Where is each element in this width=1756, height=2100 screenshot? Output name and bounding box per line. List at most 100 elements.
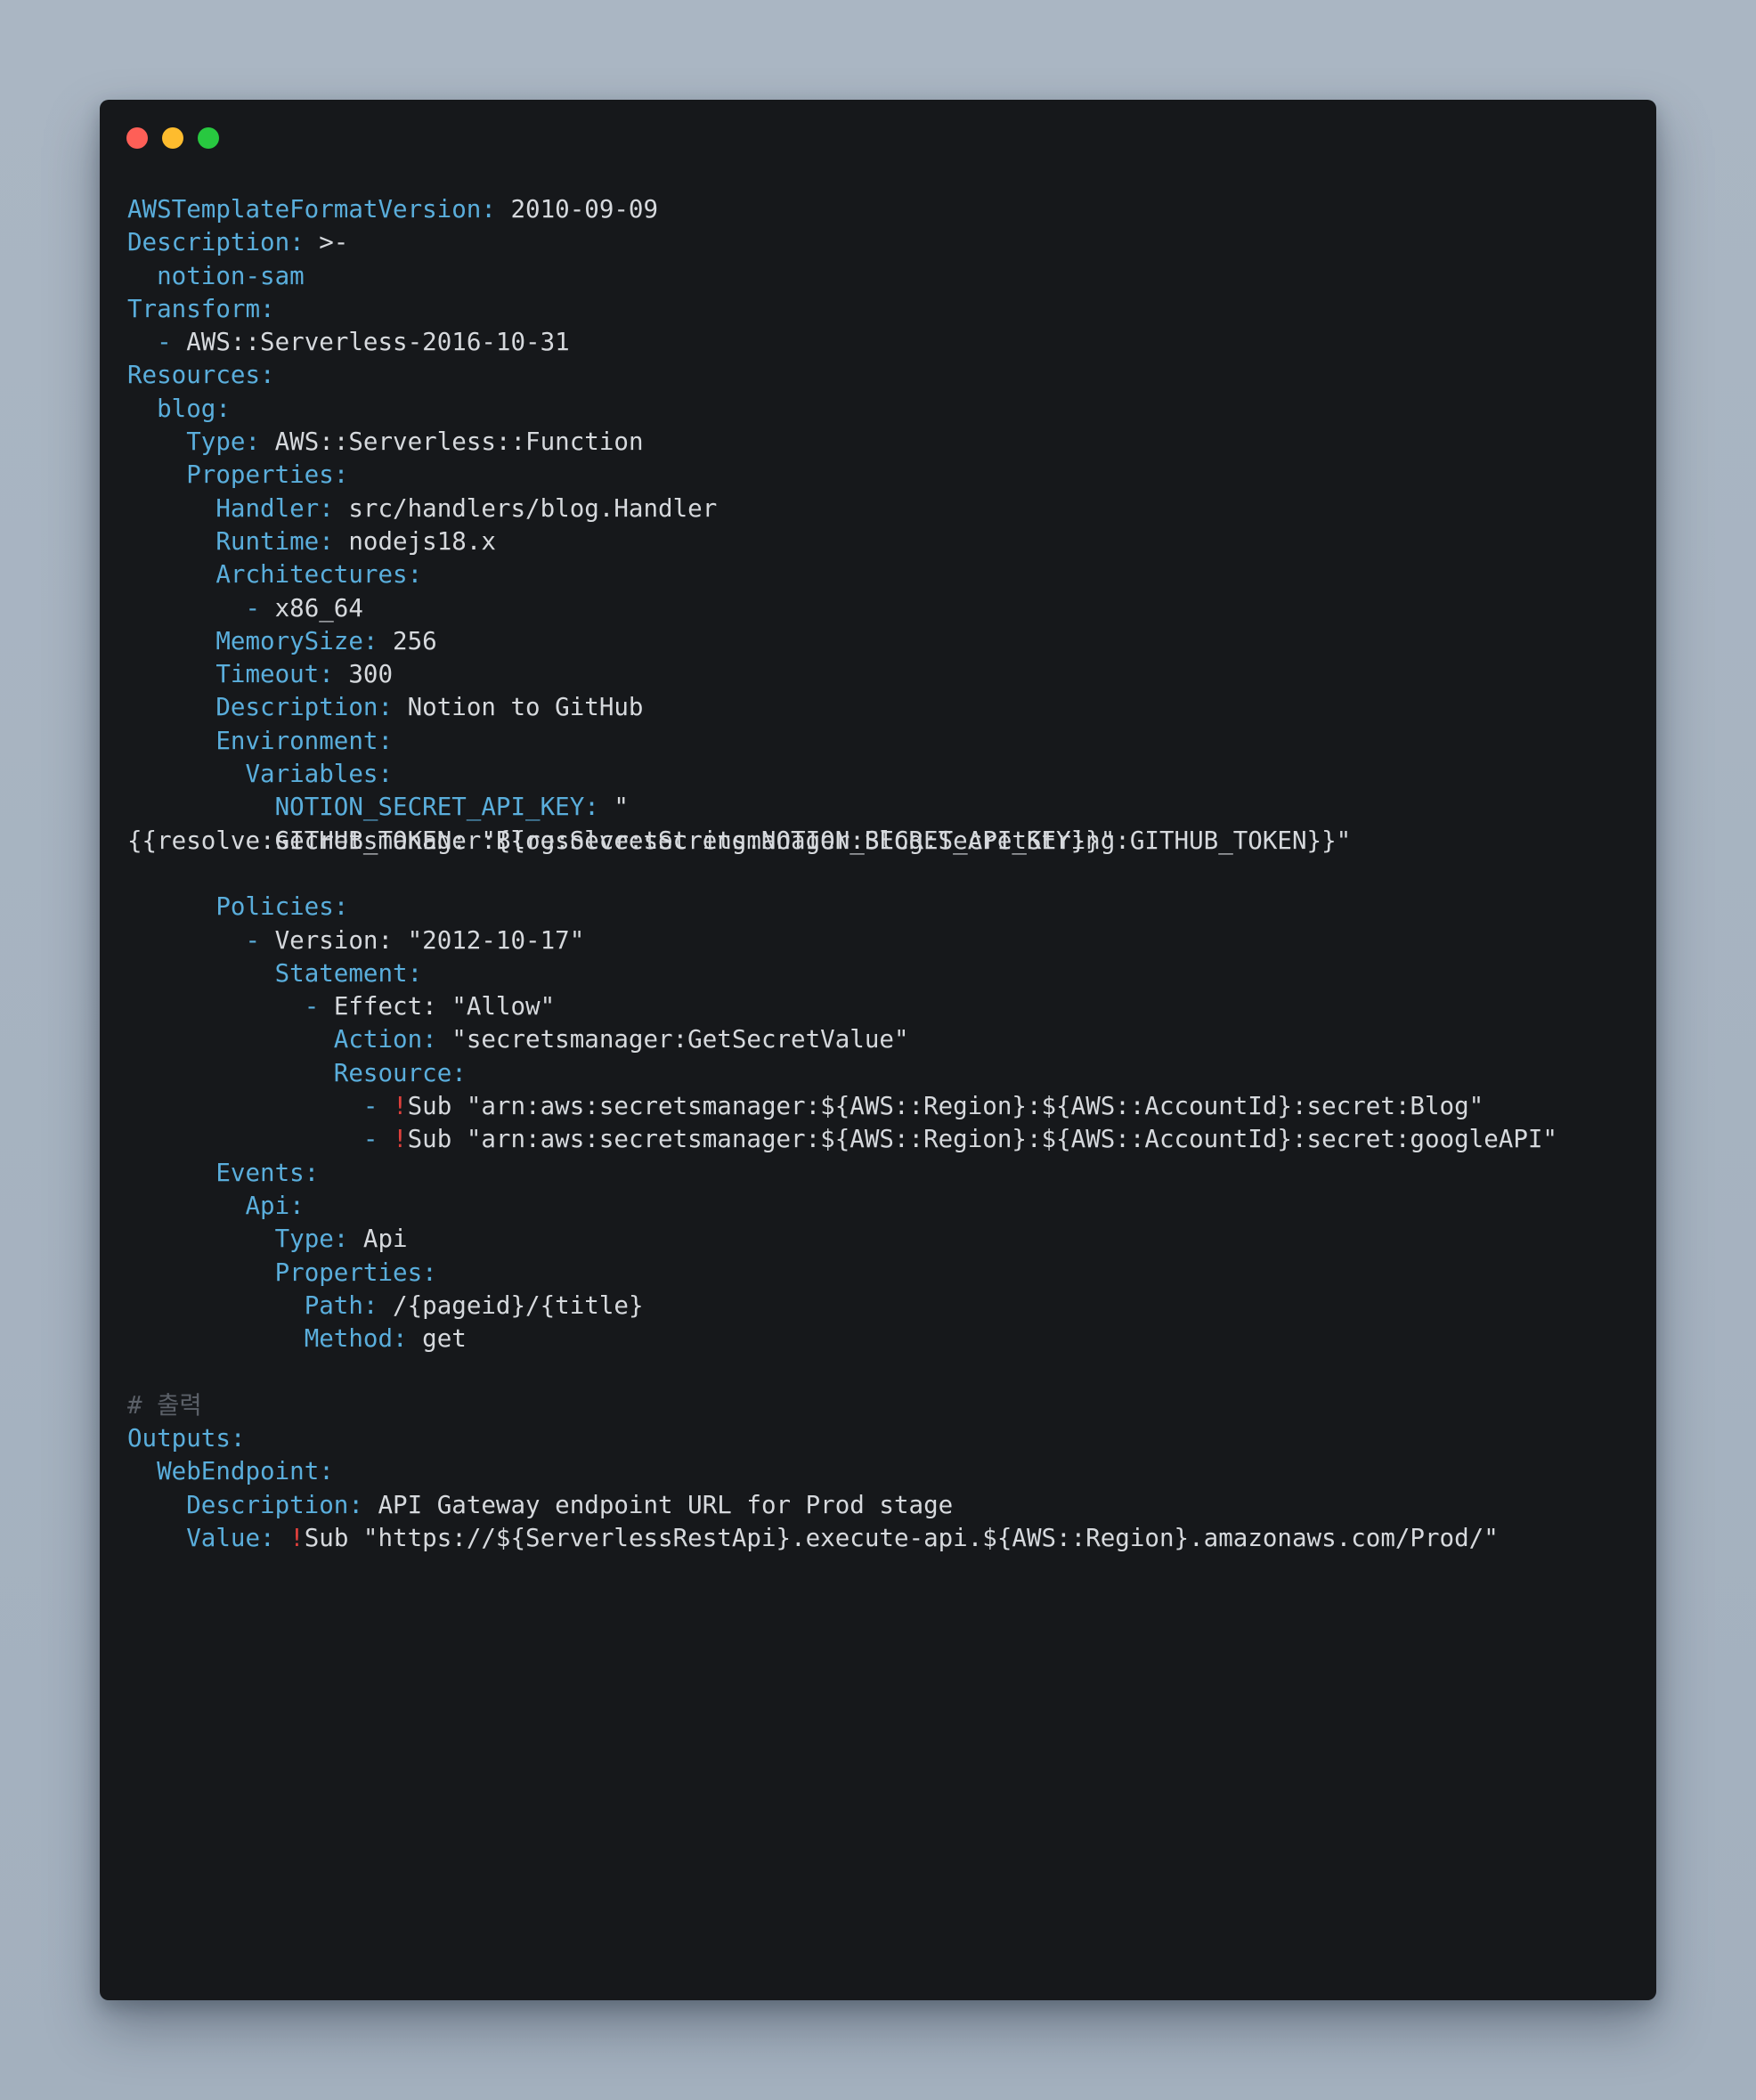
yaml-list-dash: - <box>362 1125 394 1154</box>
code-line: blog: <box>127 393 1557 426</box>
yaml-key: Type: <box>186 427 261 457</box>
yaml-key: Action: <box>333 1025 437 1054</box>
code-line: NOTION_SECRET_API_KEY: " <box>127 791 1557 824</box>
code-line: Value: !Sub "https://${ServerlessRestApi… <box>127 1522 1557 1555</box>
yaml-value: AWS::Serverless::Function <box>260 427 644 457</box>
code-line: Action: "secretsmanager:GetSecretValue" <box>127 1023 1557 1056</box>
code-line: Properties: <box>127 1257 1557 1290</box>
code-line: Api: <box>127 1190 1557 1223</box>
yaml-list-dash: - <box>245 925 275 955</box>
yaml-key: Timeout: <box>215 660 334 689</box>
yaml-value: Sub "arn:aws:secretsmanager:${AWS::Regio… <box>407 1125 1557 1154</box>
yaml-value: Effect: "Allow" <box>333 992 556 1022</box>
yaml-key: WebEndpoint: <box>157 1457 334 1486</box>
yaml-value: x86_64 <box>274 593 363 623</box>
yaml-tag: ! <box>289 1523 305 1552</box>
code-line: - Effect: "Allow" <box>127 990 1557 1023</box>
code-line: Properties: <box>127 459 1557 492</box>
code-line: MemorySize: 256 <box>127 625 1557 658</box>
yaml-value: Sub "https://${ServerlessRestApi}.execut… <box>304 1523 1499 1552</box>
yaml-key: Method: <box>304 1324 408 1354</box>
code-line: Method: get <box>127 1323 1557 1355</box>
yaml-list-dash: - <box>157 328 187 357</box>
yaml-key: Api: <box>245 1191 305 1220</box>
code-line: Architectures: <box>127 558 1557 591</box>
code-line: - !Sub "arn:aws:secretsmanager:${AWS::Re… <box>127 1123 1557 1156</box>
yaml-key: Variables: <box>245 760 394 789</box>
yaml-key: Statement: <box>274 958 423 988</box>
yaml-value: Version: "2012-10-17" <box>274 925 585 955</box>
code-line: notion-sam <box>127 260 1557 293</box>
yaml-value: AWS::Serverless-2016-10-31 <box>186 328 570 357</box>
yaml-value: /{pageid}/{title} <box>378 1290 644 1320</box>
yaml-list-dash: - <box>245 593 275 623</box>
yaml-value: src/handlers/blog.Handler <box>333 493 718 523</box>
code-line: - AWS::Serverless-2016-10-31 <box>127 326 1557 359</box>
yaml-key: Resource: <box>333 1058 467 1087</box>
yaml-key: Environment: <box>215 726 394 755</box>
yaml-value: nodejs18.x <box>333 526 496 556</box>
yaml-tag: ! <box>393 1092 408 1121</box>
code-line: Description: Notion to GitHub <box>127 691 1557 724</box>
yaml-scalar: notion-sam <box>157 261 305 290</box>
code-line: Events: <box>127 1157 1557 1190</box>
maximize-button[interactable] <box>198 127 219 149</box>
code-line: Type: Api <box>127 1223 1557 1256</box>
code-line: Handler: src/handlers/blog.Handler <box>127 492 1557 525</box>
code-line: Timeout: 300 <box>127 658 1557 691</box>
yaml-key: Description: <box>186 1490 363 1519</box>
yaml-space <box>275 1524 290 1552</box>
yaml-key: blog: <box>157 394 231 423</box>
yaml-value: Sub "arn:aws:secretsmanager:${AWS::Regio… <box>407 1092 1484 1121</box>
code-line: Type: AWS::Serverless::Function <box>127 426 1557 459</box>
yaml-value: 2010-09-09 <box>495 195 659 224</box>
code-block: AWSTemplateFormatVersion: 2010-09-09 Desc… <box>127 193 1557 1555</box>
code-line: Resource: <box>127 1057 1557 1090</box>
code-line-overlay: GITHUB_TOKEN: "{{resolve:secretsmanager:… <box>127 825 1352 858</box>
yaml-key: NOTION_SECRET_API_KEY: <box>274 793 599 822</box>
yaml-key: AWSTemplateFormatVersion: <box>127 195 496 224</box>
yaml-value: get <box>407 1324 467 1354</box>
yaml-list-dash: - <box>362 1092 394 1121</box>
yaml-key: Handler: <box>215 493 334 523</box>
minimize-button[interactable] <box>162 127 183 149</box>
code-line: Environment: <box>127 725 1557 758</box>
yaml-value: GITHUB_TOKEN: "{{resolve:secretsmanager:… <box>274 826 1352 855</box>
yaml-key: Description: <box>127 228 305 257</box>
code-line: Policies: <box>127 891 1557 924</box>
code-line: Outputs: <box>127 1422 1557 1455</box>
code-comment: # 출력 <box>127 1390 202 1420</box>
close-button[interactable] <box>126 127 148 149</box>
yaml-key: Architectures: <box>215 560 423 590</box>
yaml-value: Notion to GitHub <box>393 693 644 722</box>
yaml-tag: ! <box>393 1125 408 1154</box>
window-controls <box>126 127 219 149</box>
code-line: Description: >- <box>127 226 1557 259</box>
code-line: - !Sub "arn:aws:secretsmanager:${AWS::Re… <box>127 1090 1557 1123</box>
